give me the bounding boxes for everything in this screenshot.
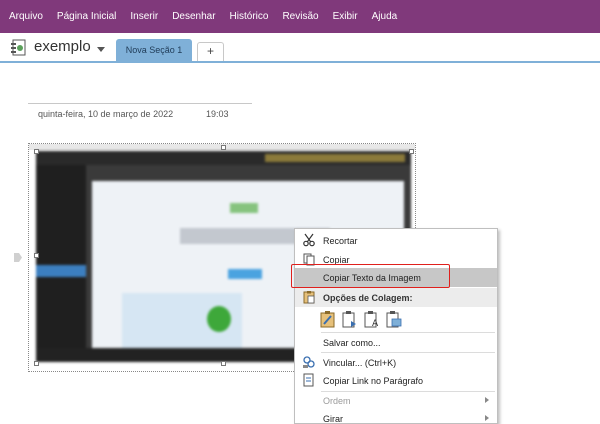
menu-inserir[interactable]: Inserir <box>123 0 165 33</box>
paste-merge-icon[interactable] <box>341 310 359 328</box>
menu-item-label: Opções de Colagem: <box>323 292 413 303</box>
resize-handle[interactable] <box>409 149 414 154</box>
resize-handle[interactable] <box>34 149 39 154</box>
menu-desenhar[interactable]: Desenhar <box>165 0 222 33</box>
paste-picture-icon[interactable] <box>385 310 403 328</box>
menu-arquivo[interactable]: Arquivo <box>4 0 50 33</box>
page-title[interactable] <box>28 103 252 104</box>
notebook-icon[interactable] <box>10 39 27 56</box>
svg-text:A: A <box>372 319 379 328</box>
menu-item-label: Vincular... (Ctrl+K) <box>323 357 397 368</box>
menu-item-label: Recortar <box>323 235 358 246</box>
scissors-icon <box>303 233 315 247</box>
menu-pagina-inicial[interactable]: Página Inicial <box>50 0 123 33</box>
resize-handle[interactable] <box>34 253 39 258</box>
paragraph-link-icon <box>303 373 314 387</box>
page-date: quinta-feira, 10 de março de 2022 <box>38 109 174 119</box>
menu-exibir[interactable]: Exibir <box>326 0 365 33</box>
paste-text-only-icon[interactable]: A <box>363 310 381 328</box>
menu-bar: Arquivo Página Inicial Inserir Desenhar … <box>0 0 600 33</box>
menu-item-salvar-como[interactable]: Salvar como... <box>295 333 497 352</box>
resize-handle[interactable] <box>221 361 226 366</box>
menu-item-label: Copiar Link no Parágrafo <box>323 375 424 386</box>
menu-ajuda[interactable]: Ajuda <box>365 0 405 33</box>
menu-item-recortar[interactable]: Recortar <box>295 231 497 250</box>
paragraph-handle-icon[interactable] <box>14 253 22 262</box>
chevron-down-icon[interactable] <box>97 47 105 52</box>
page-time: 19:03 <box>206 109 229 119</box>
chevron-right-icon <box>485 397 489 403</box>
chevron-right-icon <box>485 415 489 421</box>
menu-item-label: Salvar como... <box>323 337 381 348</box>
menu-item-label: Ordem <box>323 395 351 406</box>
resize-handle[interactable] <box>34 361 39 366</box>
menu-item-girar[interactable]: Girar <box>295 409 497 424</box>
highlight-box <box>291 264 450 288</box>
add-section-button[interactable]: + <box>197 42 224 61</box>
paste-options: A <box>319 308 419 330</box>
menu-item-ordem: Ordem <box>295 391 497 410</box>
menu-historico[interactable]: Histórico <box>223 0 276 33</box>
notebook-name[interactable]: exemplo <box>34 38 91 55</box>
resize-handle[interactable] <box>221 145 226 150</box>
menu-item-label: Copiar <box>323 254 350 265</box>
section-underline <box>0 61 600 63</box>
tab-nova-secao-1[interactable]: Nova Seção 1 <box>116 39 192 62</box>
notebook-bar: exemplo Nova Seção 1 + <box>0 33 600 63</box>
menu-revisao[interactable]: Revisão <box>275 0 325 33</box>
paste-options-header: Opções de Colagem: <box>295 288 497 307</box>
menu-item-copiar-link-paragrafo[interactable]: Copiar Link no Parágrafo <box>295 371 497 390</box>
link-icon <box>303 356 315 368</box>
menu-item-label: Girar <box>323 413 343 424</box>
menu-item-vincular[interactable]: Vincular... (Ctrl+K) <box>295 353 497 372</box>
paste-keep-formatting-icon[interactable] <box>319 310 337 328</box>
context-menu: Recortar Copiar Copiar Texto da Imagem O… <box>294 228 498 424</box>
clipboard-icon <box>303 291 315 304</box>
